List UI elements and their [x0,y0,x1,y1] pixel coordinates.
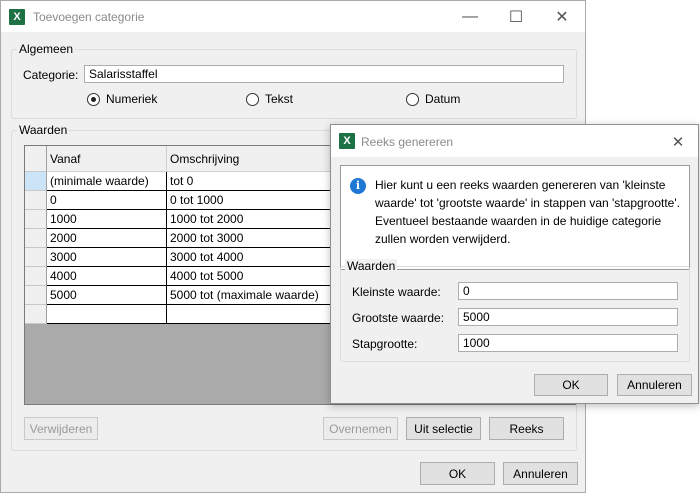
max-value-input[interactable]: 5000 [458,308,678,326]
excel-app-icon: X [9,9,25,25]
dialog-ok-button[interactable]: OK [534,374,608,396]
cancel-button[interactable]: Annuleren [503,462,578,485]
cell-from[interactable] [47,305,167,324]
general-group [11,49,577,119]
cell-from[interactable]: (minimale waarde) [47,172,167,191]
cell-from[interactable]: 4000 [47,267,167,286]
radio-text-label: Tekst [265,92,294,106]
excel-app-icon: X [339,133,355,149]
cell-description[interactable]: tot 0 [167,172,331,191]
delete-button[interactable]: Verwijderen [24,417,98,440]
generate-series-dialog: X Reeks genereren ✕ i Hier kunt u een re… [330,124,699,404]
maximize-icon[interactable]: ☐ [493,1,539,32]
values-group-legend: Waarden [17,123,70,137]
dialog-cancel-button[interactable]: Annuleren [617,374,692,396]
cell-from[interactable]: 5000 [47,286,167,305]
column-header-from[interactable]: Vanaf [47,146,167,172]
dialog-values-legend: Waarden [345,259,398,273]
close-icon[interactable]: ✕ [539,1,585,32]
radio-text[interactable]: Tekst [246,92,293,106]
take-over-button[interactable]: Overnemen [323,417,398,440]
dialog-title: Reeks genereren [361,135,454,149]
series-button[interactable]: Reeks [489,417,564,440]
row-header[interactable] [25,229,47,248]
general-group-legend: Algemeen [17,42,76,56]
row-header[interactable] [25,248,47,267]
info-panel: i Hier kunt u een reeks waarden generere… [340,165,690,270]
cell-from[interactable]: 1000 [47,210,167,229]
window-title: Toevoegen categorie [33,10,145,24]
cell-description[interactable]: 0 tot 1000 [167,191,331,210]
info-text: Hier kunt u een reeks waarden genereren … [375,178,680,246]
row-header[interactable] [25,286,47,305]
cell-description[interactable]: 4000 tot 5000 [167,267,331,286]
cell-description[interactable]: 2000 tot 3000 [167,229,331,248]
cell-description[interactable]: 1000 tot 2000 [167,210,331,229]
radio-date-circle[interactable] [406,92,419,106]
radio-date-label: Datum [425,92,461,106]
title-bar: X Toevoegen categorie — ☐ ✕ [1,1,585,32]
min-value-input[interactable]: 0 [458,282,678,300]
row-header[interactable] [25,191,47,210]
cell-from[interactable]: 0 [47,191,167,210]
cell-from[interactable]: 2000 [47,229,167,248]
grid-corner [25,146,47,172]
radio-date[interactable]: Datum [406,92,460,106]
max-value-label: Grootste waarde: [352,311,445,325]
cell-description[interactable]: 5000 tot (maximale waarde) [167,286,331,305]
radio-numeric-circle[interactable] [87,92,100,106]
from-selection-button[interactable]: Uit selectie [406,417,481,440]
step-size-label: Stapgrootte: [352,337,418,351]
row-header[interactable] [25,210,47,229]
minimize-icon[interactable]: — [447,1,493,32]
category-label: Categorie: [23,68,79,82]
step-size-input[interactable]: 1000 [458,334,678,352]
column-header-description[interactable]: Omschrijving [167,146,331,172]
close-icon[interactable]: ✕ [661,126,695,157]
cell-description[interactable]: 3000 tot 4000 [167,248,331,267]
ok-button[interactable]: OK [420,462,495,485]
dialog-title-bar: X Reeks genereren ✕ [331,125,698,157]
cell-description[interactable] [167,305,331,324]
radio-numeric[interactable]: Numeriek [87,92,157,106]
min-value-label: Kleinste waarde: [352,285,441,299]
row-header[interactable] [25,305,47,324]
row-header[interactable] [25,267,47,286]
cell-from[interactable]: 3000 [47,248,167,267]
radio-text-circle[interactable] [246,92,259,106]
row-header-selected[interactable] [25,172,47,191]
info-icon: i [350,178,366,194]
category-input[interactable]: Salarisstaffel [84,65,564,83]
radio-numeric-label: Numeriek [106,92,158,106]
